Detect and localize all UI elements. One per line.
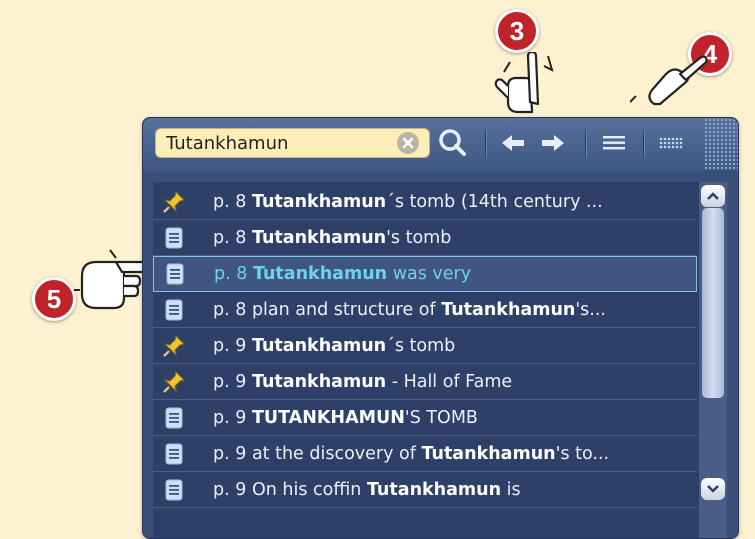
note-icon [157,400,191,435]
pin-icon [157,184,191,219]
result-page: p. 8 [213,227,247,248]
search-input[interactable] [156,129,397,157]
forward-arrow-icon [542,135,564,151]
result-text: p. 9 On his coffin Tutankhamun is [213,480,521,500]
result-text: p. 8 Tutankhamun was very [214,264,471,284]
result-page: p. 9 [213,371,247,392]
search-icon [439,129,466,156]
back-arrow-icon [502,135,524,151]
note-icon [157,472,191,507]
result-pre: plan and structure of [251,299,442,320]
result-page: p. 8 [213,191,247,212]
result-post: is [501,479,521,500]
result-row[interactable]: p. 9 Tutankhamun´s tomb [153,328,697,364]
result-post: 's... [575,299,606,320]
result-post: 'S TOMB [404,407,478,428]
pointing-hand-icon [630,55,708,106]
result-row[interactable]: p. 8 Tutankhamun's tomb [153,220,697,256]
list-view-button[interactable] [595,126,633,160]
grid-view-icon [659,137,683,149]
result-post: ´s tomb (14th century ... [386,191,603,212]
results-list: p. 8 Tutankhamun´s tomb (14th century ..… [153,182,727,538]
result-pre: at the discovery of [251,443,422,464]
result-row[interactable]: p. 8 Tutankhamun was very [153,256,697,292]
result-match: Tutankhamun [251,371,387,392]
callout-badge-5: 5 [32,277,76,321]
result-match: Tutankhamun [421,443,556,464]
result-text: p. 9 at the discovery of Tutankhamun's t… [213,444,609,464]
note-icon [158,257,192,291]
result-page: p. 9 [213,335,247,356]
result-match: Tutankhamun [441,299,576,320]
pin-icon [157,364,191,399]
next-result-button[interactable] [537,126,569,160]
scroll-up-button[interactable] [701,185,725,207]
callout-badge-3: 3 [495,9,539,53]
search-toolbar [143,118,738,171]
result-row[interactable]: p. 8 plan and structure of Tutankhamun's… [153,292,697,328]
search-field[interactable] [155,128,430,158]
scrollbar-thumb[interactable] [702,208,724,398]
toolbar-separator [485,130,486,158]
result-row[interactable]: p. 8 Tutankhamun´s tomb (14th century ..… [153,184,697,220]
note-icon [157,436,191,471]
clear-icon[interactable] [397,132,419,154]
result-post: - Hall of Fame [386,371,513,392]
result-match: Tutankhamun [366,479,502,500]
result-post: 's to... [555,443,610,464]
chevron-down-icon [707,485,719,493]
result-post: was very [387,264,472,284]
result-text: p. 8 plan and structure of Tutankhamun's… [213,300,606,320]
panel-resize-grip[interactable] [704,118,738,171]
result-pre: On his coffin [251,479,367,500]
result-text: p. 9 TUTANKHAMUN'S TOMB [213,408,478,428]
result-page: p. 9 [213,407,247,428]
result-page: p. 9 [213,443,247,464]
result-match: Tutankhamun [251,335,387,356]
result-match: Tutankhamun [251,191,387,212]
result-text: p. 9 Tutankhamun´s tomb [213,336,455,356]
result-page: p. 8 [214,264,248,284]
pointing-hand-icon [494,52,554,114]
result-row[interactable]: p. 9 at the discovery of Tutankhamun's t… [153,436,697,472]
result-text: p. 9 Tutankhamun - Hall of Fame [213,372,512,392]
toolbar-separator [585,130,586,158]
result-text: p. 8 Tutankhamun's tomb [213,228,451,248]
note-icon [157,220,191,255]
list-view-icon [603,136,625,150]
result-row[interactable]: p. 9 Tutankhamun - Hall of Fame [153,364,697,400]
result-match: Tutankhamun [251,227,387,248]
result-page: p. 8 [213,299,247,320]
result-row[interactable]: p. 9 TUTANKHAMUN'S TOMB [153,400,697,436]
result-post: 's tomb [386,227,452,248]
toolbar-separator [643,130,644,158]
search-button[interactable] [435,126,471,160]
scroll-down-button[interactable] [701,478,725,500]
result-match: TUTANKHAMUN [251,407,405,428]
pin-icon [157,328,191,363]
result-page: p. 9 [213,479,247,500]
result-post: ´s tomb [386,335,456,356]
search-results-panel: p. 8 Tutankhamun´s tomb (14th century ..… [142,117,739,539]
result-match: Tutankhamun [252,264,388,284]
result-row[interactable]: p. 9 On his coffin Tutankhamun is [153,472,697,508]
note-icon [157,292,191,327]
scrollbar[interactable] [699,182,727,538]
previous-result-button[interactable] [497,126,529,160]
grid-view-button[interactable] [653,126,691,160]
result-text: p. 8 Tutankhamun´s tomb (14th century ..… [213,192,603,212]
chevron-up-icon [707,192,719,200]
